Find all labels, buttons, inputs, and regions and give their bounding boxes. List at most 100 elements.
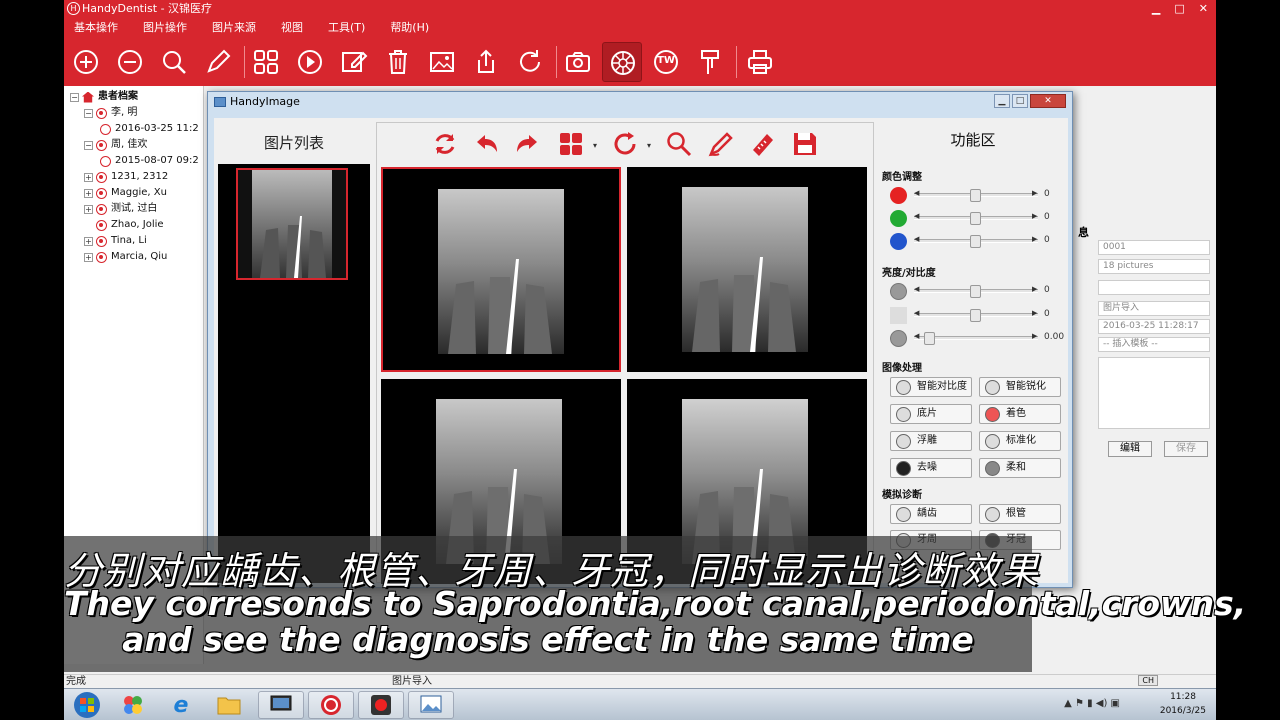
tree-patient-item[interactable]: +1231, 2312 — [84, 169, 168, 185]
taskbar-handyimage[interactable] — [408, 691, 454, 719]
slider-knob[interactable] — [970, 189, 981, 202]
camera-icon[interactable] — [558, 42, 598, 82]
start-button[interactable] — [64, 691, 110, 719]
emboss-button[interactable]: 浮雕 — [890, 431, 972, 451]
export-icon[interactable] — [466, 42, 506, 82]
empty-field[interactable] — [1098, 280, 1210, 295]
magnify-icon[interactable] — [665, 130, 693, 158]
grid-layout-icon[interactable] — [557, 130, 585, 158]
slider-right-arrow-icon[interactable]: ▶ — [1032, 212, 1037, 220]
redo-icon[interactable] — [513, 130, 541, 158]
taskbar-recorder[interactable] — [358, 691, 404, 719]
expand-icon[interactable]: + — [84, 204, 93, 214]
dialog-minimize-button[interactable]: ▁ — [994, 94, 1010, 108]
collapse-icon[interactable]: − — [84, 108, 93, 118]
minimize-button[interactable]: ▁ — [1152, 0, 1160, 18]
save-button[interactable]: 保存 — [1164, 441, 1208, 457]
blue-slider[interactable]: ◀ ▶ 0 — [890, 232, 1066, 250]
slider-knob[interactable] — [970, 235, 981, 248]
negative-button[interactable]: 底片 — [890, 404, 972, 424]
close-button[interactable]: ✕ — [1199, 0, 1208, 18]
slider-left-arrow-icon[interactable]: ◀ — [914, 332, 919, 340]
slider-knob[interactable] — [970, 285, 981, 298]
printer-icon[interactable] — [740, 42, 780, 82]
zoom-in-icon[interactable] — [66, 42, 106, 82]
slider-left-arrow-icon[interactable]: ◀ — [914, 189, 919, 197]
menu-view[interactable]: 视图 — [281, 18, 303, 38]
root-canal-button[interactable]: 根管 — [979, 504, 1061, 524]
measure-icon[interactable] — [749, 130, 777, 158]
source-field[interactable]: 图片导入 — [1098, 301, 1210, 316]
contrast-slider[interactable]: ◀ ▶ 0 — [890, 306, 1066, 324]
trash-icon[interactable] — [378, 42, 418, 82]
green-slider[interactable]: ◀ ▶ 0 — [890, 209, 1066, 227]
dialog-maximize-button[interactable]: □ — [1012, 94, 1028, 108]
smart-contrast-button[interactable]: 智能对比度 — [890, 377, 972, 397]
tree-visit-item[interactable]: 2015-08-07 09:2 — [100, 153, 199, 169]
menu-help[interactable]: 帮助(H) — [390, 18, 429, 38]
layout-dropdown-icon[interactable]: ▾ — [593, 141, 597, 150]
tree-patient-item[interactable]: − 李, 明 — [84, 105, 137, 121]
taskbar-app-flower[interactable] — [110, 691, 156, 719]
sensor-icon[interactable] — [602, 42, 642, 82]
thumbnail-selected[interactable] — [236, 168, 348, 280]
rotate-icon[interactable] — [611, 130, 639, 158]
datetime-field[interactable]: 2016-03-25 11:28:17 — [1098, 319, 1210, 334]
slider-knob[interactable] — [970, 212, 981, 225]
slider-left-arrow-icon[interactable]: ◀ — [914, 212, 919, 220]
menu-image[interactable]: 图片操作 — [143, 18, 187, 38]
refresh-icon[interactable] — [510, 42, 550, 82]
template-select[interactable]: -- 插入模板 -- — [1098, 337, 1210, 352]
tool-icon[interactable] — [690, 42, 730, 82]
slider-right-arrow-icon[interactable]: ▶ — [1032, 235, 1037, 243]
clock-time[interactable]: 11:28 — [1170, 692, 1196, 702]
slider-right-arrow-icon[interactable]: ▶ — [1032, 332, 1037, 340]
tw-icon[interactable]: TW — [646, 42, 686, 82]
menu-basic[interactable]: 基本操作 — [74, 18, 118, 38]
tree-visit-item[interactable]: 2016-03-25 11:2 — [100, 121, 199, 137]
image-cell-2[interactable] — [627, 167, 867, 372]
tree-patient-item[interactable]: − 周, 佳欢 — [84, 137, 147, 153]
menu-source[interactable]: 图片来源 — [212, 18, 256, 38]
expand-icon[interactable]: + — [84, 188, 93, 198]
brightness-slider[interactable]: ◀ ▶ 0 — [890, 282, 1066, 300]
slider-right-arrow-icon[interactable]: ▶ — [1032, 309, 1037, 317]
slider-right-arrow-icon[interactable]: ▶ — [1032, 285, 1037, 293]
tree-patient-item[interactable]: + Tina, Li — [84, 233, 147, 249]
gamma-slider[interactable]: ◀ ▶ 0.00 — [890, 329, 1066, 347]
edit-icon[interactable] — [334, 42, 374, 82]
clock-date[interactable]: 2016/3/25 — [1160, 706, 1206, 716]
slider-left-arrow-icon[interactable]: ◀ — [914, 309, 919, 317]
expand-icon[interactable]: + — [84, 172, 93, 182]
tree-patient-item[interactable]: + Marcia, Qiu — [84, 249, 167, 265]
maximize-button[interactable]: □ — [1174, 0, 1184, 18]
notes-area[interactable] — [1098, 357, 1210, 429]
soften-button[interactable]: 柔和 — [979, 458, 1061, 478]
dialog-close-button[interactable]: ✕ — [1030, 94, 1066, 108]
taskbar-ie[interactable]: e — [158, 691, 204, 719]
save-icon[interactable] — [791, 130, 819, 158]
collapse-icon[interactable]: − — [70, 92, 79, 102]
pencil-icon[interactable] — [198, 42, 238, 82]
zoom-out-icon[interactable] — [110, 42, 150, 82]
tree-patient-item[interactable]: + 测试, 过白 — [84, 201, 157, 217]
menu-tools[interactable]: 工具(T) — [328, 18, 365, 38]
record-id-field[interactable]: 0001 — [1098, 240, 1210, 255]
smart-sharpen-button[interactable]: 智能锐化 — [979, 377, 1061, 397]
normalize-button[interactable]: 标准化 — [979, 431, 1061, 451]
red-slider[interactable]: ◀ ▶ 0 — [890, 186, 1066, 204]
reload-icon[interactable] — [431, 130, 459, 158]
expand-icon[interactable]: + — [84, 252, 93, 262]
caries-button[interactable]: 龋齿 — [890, 504, 972, 524]
language-indicator[interactable]: CH — [1138, 675, 1158, 686]
slider-left-arrow-icon[interactable]: ◀ — [914, 285, 919, 293]
play-icon[interactable] — [290, 42, 330, 82]
taskbar-handydentist[interactable] — [308, 691, 354, 719]
denoise-button[interactable]: 去噪 — [890, 458, 972, 478]
picture-count-field[interactable]: 18 pictures — [1098, 259, 1210, 274]
tree-patient-item[interactable]: + Maggie, Xu — [84, 185, 167, 201]
expand-icon[interactable]: + — [84, 236, 93, 246]
search-icon[interactable] — [154, 42, 194, 82]
taskbar-app-2[interactable] — [258, 691, 304, 719]
edit-button[interactable]: 编辑 — [1108, 441, 1152, 457]
